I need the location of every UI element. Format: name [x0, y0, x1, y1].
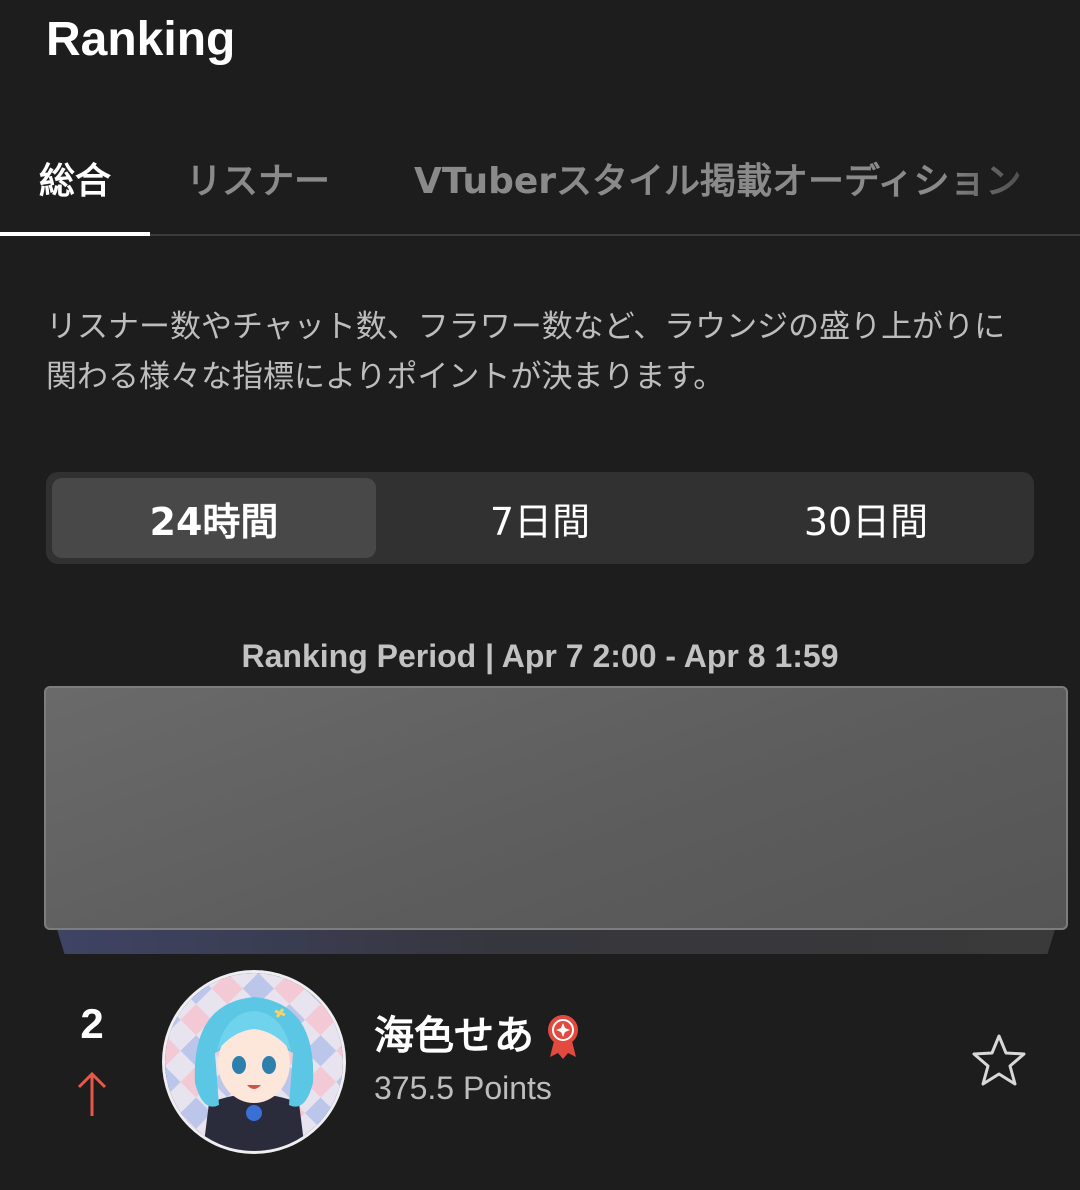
- tab-listener[interactable]: リスナー: [186, 120, 346, 236]
- avatar-image: [165, 973, 343, 1151]
- ranking-entry[interactable]: 2 海色せあ 375.5 Points: [0, 966, 1080, 1156]
- rank-number: 2: [80, 1000, 104, 1047]
- tab-vtuber-audition[interactable]: VTuberスタイル掲載オーディション: [414, 120, 1022, 236]
- podium-banner-face: [44, 686, 1068, 930]
- ribbon-badge-icon: [548, 1015, 578, 1059]
- star-outline-icon[interactable]: [970, 1032, 1028, 1088]
- period-30d-button[interactable]: 30日間: [704, 478, 1028, 558]
- page-title: Ranking: [46, 13, 236, 66]
- active-tab-indicator: [0, 232, 150, 236]
- period-7d-button[interactable]: 7日間: [378, 478, 702, 558]
- podium-banner: [44, 686, 1068, 954]
- user-name[interactable]: 海色せあ: [374, 1010, 534, 1062]
- period-24h-button[interactable]: 24時間: [52, 478, 376, 558]
- category-tabs: 総合 リスナー VTuberスタイル掲載オーディション: [0, 120, 1080, 236]
- ranking-description: リスナー数やチャット数、フラワー数など、ラウンジの盛り上がりに関わる様々な指標に…: [46, 309, 1006, 395]
- avatar[interactable]: [162, 970, 346, 1154]
- tab-overall[interactable]: 総合: [0, 120, 150, 236]
- period-selector: 24時間 7日間 30日間: [46, 472, 1034, 564]
- ranking-period: Ranking Period | Apr 7 2:00 - Apr 8 1:59: [241, 638, 839, 674]
- points-value: 375.5 Points: [374, 1070, 552, 1106]
- user-name-row: 海色せあ: [374, 1010, 580, 1062]
- arrow-up-icon: [77, 1071, 107, 1116]
